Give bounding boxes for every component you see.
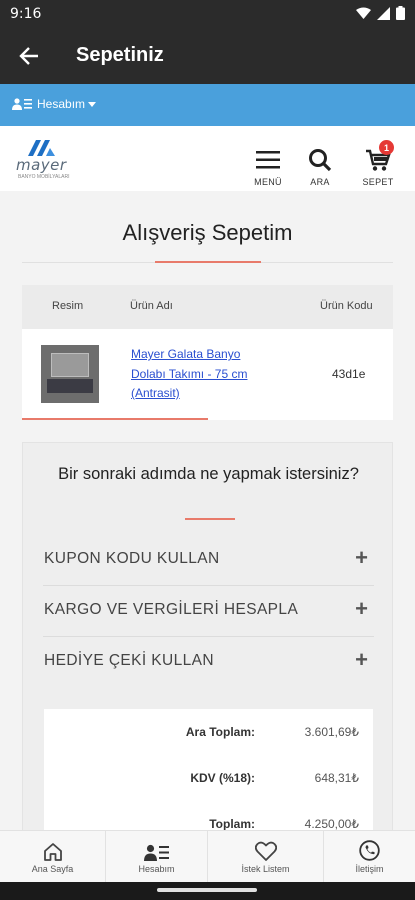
nav-contact-label: İletişim <box>355 864 384 874</box>
product-code: 43d1e <box>332 367 366 381</box>
coupon-accordion[interactable]: KUPON KODU KULLAN + <box>43 535 374 586</box>
account-label: Hesabım <box>37 97 86 111</box>
nav-contact[interactable]: İletişim <box>324 831 415 883</box>
page-title: Alışveriş Sepetim <box>122 220 293 245</box>
coupon-label: KUPON KODU KULLAN <box>44 550 220 567</box>
subtotal-label: Ara Toplam: <box>185 725 255 739</box>
heart-icon <box>254 841 277 861</box>
product-name-link[interactable]: Mayer Galata Banyo Dolabı Takımı - 75 cm… <box>131 345 271 404</box>
battery-icon <box>396 6 405 20</box>
total-value: 4.250,00₺ <box>304 817 359 831</box>
product-image[interactable] <box>41 345 99 403</box>
hamburger-icon <box>256 151 280 169</box>
mayer-logo[interactable]: mayer BANYO MOBİLYALARI <box>14 140 74 180</box>
next-step-panel: Bir sonraki adımda ne yapmak istersiniz?… <box>22 442 393 833</box>
next-step-question: Bir sonraki adımda ne yapmak istersiniz? <box>58 465 359 483</box>
shipping-tax-label: KARGO VE VERGİLERİ HESAPLA <box>44 601 299 618</box>
user-list-icon <box>12 98 32 110</box>
vat-label: KDV (%18): <box>190 771 255 785</box>
plus-icon: + <box>355 647 368 672</box>
nav-home-label: Ana Sayfa <box>31 864 74 874</box>
header-image: Resim <box>52 300 84 312</box>
nav-account[interactable]: Hesabım <box>106 831 208 883</box>
nav-wishlist-label: İstek Listem <box>241 864 290 874</box>
next-step-accent-line <box>185 518 235 520</box>
logo-mark-icon <box>28 140 55 156</box>
nav-account-label: Hesabım <box>138 864 175 874</box>
search-icon <box>309 149 332 172</box>
title-accent-line <box>155 261 261 263</box>
site-header: mayer BANYO MOBİLYALARI MENÜ ARA SEPET 1 <box>0 126 415 191</box>
table-accent-line <box>22 418 208 420</box>
back-button[interactable] <box>14 42 44 70</box>
header-product-code: Ürün Kodu <box>320 300 373 312</box>
arrow-left-icon <box>19 47 38 65</box>
app-title: Sepetiniz <box>76 44 164 66</box>
vat-value: 648,31₺ <box>314 771 359 785</box>
signal-icon <box>377 6 390 20</box>
gift-voucher-accordion[interactable]: HEDİYE ÇEKİ KULLAN + <box>43 637 374 688</box>
table-header: Resim Ürün Adı Ürün Kodu <box>22 285 393 329</box>
phone-icon <box>359 840 380 861</box>
plus-icon: + <box>355 596 368 621</box>
search-button[interactable]: ARA <box>298 146 342 187</box>
home-indicator[interactable] <box>157 888 257 892</box>
app-bar: Sepetiniz <box>0 28 415 84</box>
status-icons <box>356 6 405 20</box>
totals-box: Ara Toplam: 3.601,69₺ KDV (%18): 648,31₺… <box>44 709 373 833</box>
search-label: ARA <box>310 177 330 187</box>
menu-button[interactable]: MENÜ <box>246 146 290 187</box>
cart-table: Resim Ürün Adı Ürün Kodu Mayer Galata Ba… <box>22 285 393 420</box>
plus-icon: + <box>355 545 368 570</box>
cart-label: SEPET <box>362 177 394 187</box>
home-icon <box>43 843 62 861</box>
status-bar: 9:16 <box>0 0 415 28</box>
gift-voucher-label: HEDİYE ÇEKİ KULLAN <box>44 652 215 669</box>
header-product-name: Ürün Adı <box>130 300 173 312</box>
shipping-tax-accordion[interactable]: KARGO VE VERGİLERİ HESAPLA + <box>43 586 374 637</box>
cart-button[interactable]: SEPET 1 <box>356 140 400 187</box>
logo-text: mayer <box>16 156 67 174</box>
account-strip: Hesabım <box>0 84 415 126</box>
account-dropdown[interactable]: Hesabım <box>12 97 97 111</box>
caret-down-icon <box>88 101 97 107</box>
nav-wishlist[interactable]: İstek Listem <box>208 831 324 883</box>
wifi-icon <box>356 7 371 19</box>
cart-count-badge: 1 <box>379 140 394 155</box>
logo-subtext: BANYO MOBİLYALARI <box>18 174 70 180</box>
total-label: Toplam: <box>209 817 255 831</box>
subtotal-value: 3.601,69₺ <box>304 725 359 739</box>
nav-home[interactable]: Ana Sayfa <box>0 831 106 883</box>
account-icon <box>143 844 169 861</box>
bottom-nav: Ana Sayfa Hesabım İstek Listem İletişim <box>0 830 415 883</box>
menu-label: MENÜ <box>254 177 282 187</box>
gesture-bar <box>0 882 415 900</box>
status-time: 9:16 <box>10 6 42 22</box>
